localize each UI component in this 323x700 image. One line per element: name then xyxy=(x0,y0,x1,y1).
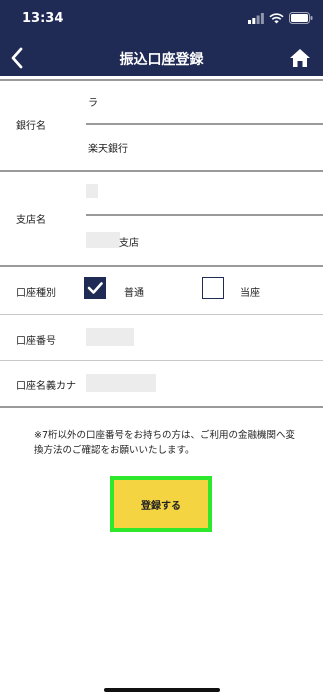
branch-kana-underline xyxy=(86,214,323,216)
section-divider xyxy=(0,406,323,408)
home-indicator xyxy=(104,688,220,692)
branch-name-input[interactable] xyxy=(86,232,120,248)
option-futsu-label: 普通 xyxy=(124,288,144,299)
bank-name-value[interactable]: 楽天銀行 xyxy=(88,140,128,155)
register-button[interactable]: 登録する xyxy=(110,476,212,532)
account-type-label: 口座種別 xyxy=(16,288,56,299)
bank-kana-input[interactable]: ラ xyxy=(88,94,98,109)
branch-label: 支店名 xyxy=(16,215,46,226)
status-time: 13:34 xyxy=(22,11,64,26)
status-bar: 13:34 xyxy=(0,0,323,40)
section-divider xyxy=(0,170,323,172)
branch-kana-input[interactable] xyxy=(86,184,98,198)
option-touza-label: 当座 xyxy=(240,288,260,299)
home-icon[interactable] xyxy=(289,47,311,69)
section-divider xyxy=(0,314,323,315)
account-number-input[interactable] xyxy=(86,328,134,346)
bank-label: 銀行名 xyxy=(16,121,46,132)
nav-bar: 振込口座登録 xyxy=(0,40,323,76)
branch-suffix: 支店 xyxy=(119,238,139,249)
account-number-note: ※7桁以外の口座番号をお持ちの方は、ご利用の金融機関へ変換方法のご確認をお願いい… xyxy=(34,430,296,456)
bank-kana-underline xyxy=(86,123,323,125)
status-icons xyxy=(248,12,313,24)
wifi-icon xyxy=(269,12,284,23)
page-title: 振込口座登録 xyxy=(119,52,204,68)
account-name-kana-label: 口座名義カナ xyxy=(16,381,76,392)
battery-icon xyxy=(289,12,313,24)
signal-icon xyxy=(248,12,264,24)
section-divider xyxy=(0,360,323,361)
checkbox-touza[interactable] xyxy=(202,277,224,299)
section-divider xyxy=(0,79,323,81)
check-icon xyxy=(87,282,103,294)
account-number-label: 口座番号 xyxy=(16,336,56,347)
checkbox-futsu[interactable] xyxy=(84,277,106,299)
account-name-kana-input[interactable] xyxy=(86,374,156,392)
section-divider xyxy=(0,265,323,267)
